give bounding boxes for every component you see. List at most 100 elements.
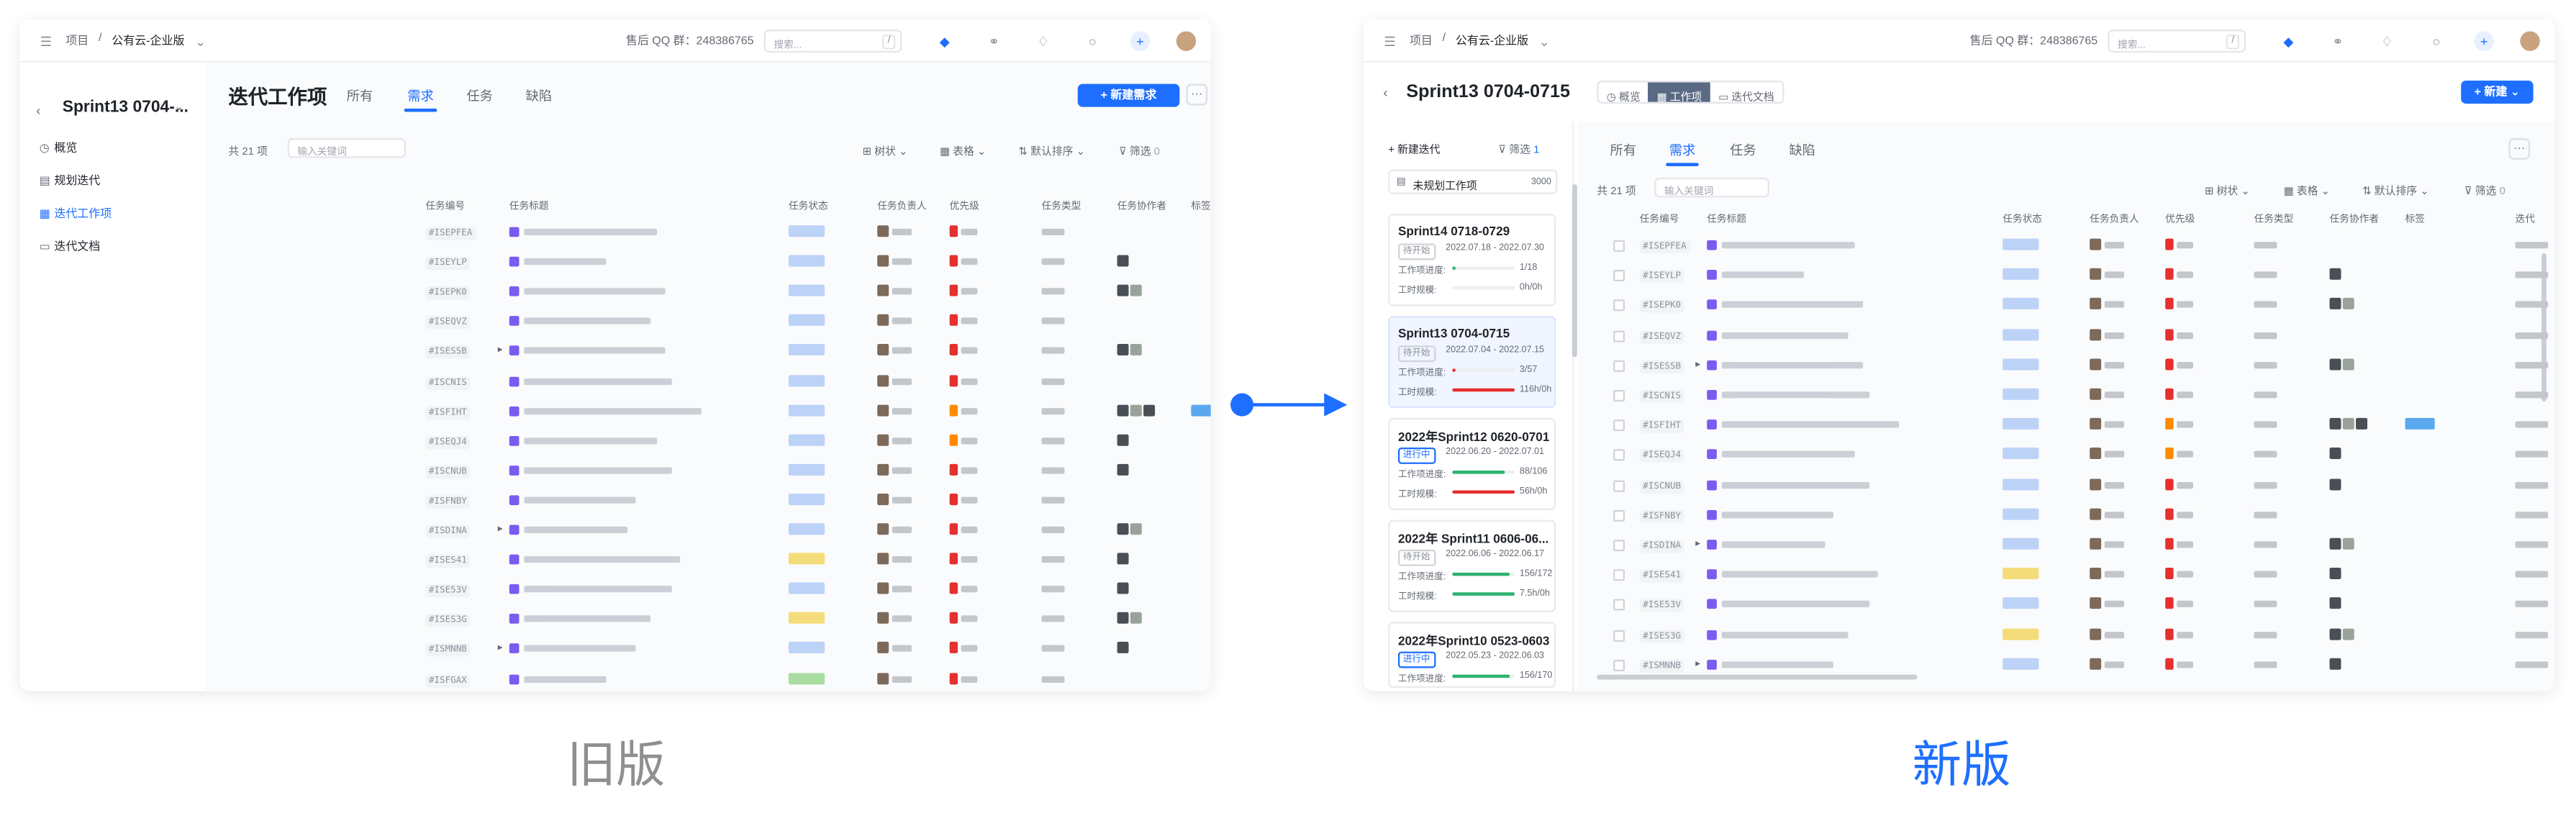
priority-icon[interactable]: [949, 434, 958, 446]
priority-icon[interactable]: [2165, 418, 2174, 430]
priority-icon[interactable]: [2165, 478, 2174, 490]
priority-icon[interactable]: [949, 582, 958, 594]
sprint-card[interactable]: 2022年Sprint10 0523-0603 进行中 2022.05.23 - 2…: [1388, 622, 1556, 688]
row-checkbox[interactable]: [1613, 569, 1625, 581]
collaborator-avatar[interactable]: [2329, 268, 2341, 281]
row-checkbox[interactable]: [1613, 659, 1625, 671]
collaborator-avatar[interactable]: [1117, 344, 1129, 356]
row-checkbox[interactable]: [1613, 330, 1625, 342]
view-tab-overview[interactable]: ◷ 概览: [1599, 82, 1649, 102]
status-badge[interactable]: [2003, 508, 2039, 520]
bulb-icon[interactable]: ○: [2426, 31, 2446, 50]
table-view-toggle[interactable]: ▦ 表格 ⌄: [940, 142, 986, 158]
status-badge[interactable]: [2003, 358, 2039, 371]
tab-all[interactable]: 所有: [347, 87, 373, 105]
assignee-avatar[interactable]: [877, 285, 889, 297]
status-badge[interactable]: [788, 493, 825, 505]
status-badge[interactable]: [788, 672, 825, 684]
task-id[interactable]: #ISFIHT: [1639, 419, 1684, 433]
priority-icon[interactable]: [2165, 568, 2174, 580]
task-id[interactable]: #ISCNIS: [1639, 389, 1684, 404]
tab-defects[interactable]: 缺陷: [526, 87, 553, 105]
status-badge[interactable]: [2003, 268, 2039, 281]
bell-icon[interactable]: ♢: [1033, 31, 1053, 50]
row-checkbox[interactable]: [1613, 389, 1625, 401]
tag-badge[interactable]: [2405, 418, 2435, 430]
assignee-avatar[interactable]: [2090, 598, 2102, 610]
task-id[interactable]: #ISEQVZ: [425, 316, 471, 330]
plus-icon[interactable]: +: [2474, 31, 2494, 51]
menu-icon[interactable]: ☰: [36, 31, 55, 50]
task-title[interactable]: [524, 526, 628, 533]
search-input[interactable]: 搜索... /: [2108, 30, 2246, 53]
task-title[interactable]: [524, 318, 650, 325]
collaborator-avatar[interactable]: [1117, 523, 1129, 535]
panel-filter-button[interactable]: ⊽ 筛选 1: [1498, 140, 1539, 156]
priority-icon[interactable]: [2165, 358, 2174, 371]
filter-button[interactable]: ⊽ 筛选 0: [2464, 181, 2505, 197]
collaborator-avatar[interactable]: [2356, 418, 2368, 430]
priority-icon[interactable]: [949, 344, 958, 356]
task-id[interactable]: #ISE53V: [1639, 599, 1684, 613]
task-id[interactable]: #ISCNUB: [1639, 479, 1684, 494]
priority-icon[interactable]: [2165, 508, 2174, 520]
status-badge[interactable]: [788, 314, 825, 327]
tab-tasks[interactable]: 任务: [1730, 142, 1756, 160]
collaborator-avatar[interactable]: [1117, 612, 1129, 625]
filter-button[interactable]: ⊽ 筛选 0: [1119, 142, 1160, 158]
assignee-avatar[interactable]: [2090, 358, 2102, 371]
task-id[interactable]: #ISEPK0: [425, 286, 471, 300]
bulb-icon[interactable]: ○: [1083, 31, 1102, 50]
priority-icon[interactable]: [2165, 268, 2174, 281]
back-icon[interactable]: ‹: [36, 104, 40, 119]
task-id[interactable]: #ISFGAX: [425, 673, 471, 687]
assignee-avatar[interactable]: [877, 493, 889, 505]
collaborator-avatar[interactable]: [1117, 404, 1129, 416]
priority-icon[interactable]: [2165, 537, 2174, 550]
collaborator-avatar[interactable]: [2329, 358, 2341, 371]
priority-icon[interactable]: [949, 285, 958, 297]
status-badge[interactable]: [788, 404, 825, 416]
assignee-avatar[interactable]: [2090, 478, 2102, 490]
task-id[interactable]: #ISDINA: [425, 525, 471, 538]
keyword-input[interactable]: 输入关键词: [287, 138, 406, 158]
priority-icon[interactable]: [949, 672, 958, 684]
priority-icon[interactable]: [949, 225, 958, 237]
task-title[interactable]: [1721, 511, 1833, 518]
status-badge[interactable]: [2003, 388, 2039, 400]
link-icon[interactable]: ⚭: [984, 31, 1004, 50]
task-id[interactable]: #ISCNUB: [425, 465, 471, 479]
row-checkbox[interactable]: [1613, 629, 1625, 641]
row-checkbox[interactable]: [1613, 360, 1625, 372]
expand-icon[interactable]: ▸: [498, 345, 503, 356]
task-title[interactable]: [1721, 481, 1870, 489]
priority-icon[interactable]: [2165, 658, 2174, 670]
status-badge[interactable]: [2003, 568, 2039, 580]
table-view-toggle[interactable]: ▦ 表格 ⌄: [2284, 181, 2330, 197]
tab-all[interactable]: 所有: [1610, 142, 1636, 160]
priority-icon[interactable]: [949, 612, 958, 625]
task-title[interactable]: [1721, 601, 1870, 608]
new-requirement-button[interactable]: + 新建需求: [1077, 83, 1180, 107]
nav-sprint-docs[interactable]: ▭ 迭代文档: [40, 239, 100, 255]
task-title[interactable]: [524, 228, 658, 236]
priority-icon[interactable]: [949, 255, 958, 267]
status-badge[interactable]: [2003, 598, 2039, 610]
task-title[interactable]: [1721, 242, 1855, 249]
collaborator-avatar[interactable]: [2342, 358, 2354, 371]
assignee-avatar[interactable]: [877, 314, 889, 327]
status-badge[interactable]: [2003, 658, 2039, 670]
tree-view-toggle[interactable]: ⊞ 树状 ⌄: [2205, 181, 2250, 197]
collaborator-avatar[interactable]: [1117, 255, 1129, 267]
task-title[interactable]: [524, 288, 665, 295]
tag-badge[interactable]: [1191, 404, 1211, 416]
status-badge[interactable]: [788, 434, 825, 446]
nav-sprint-workitems[interactable]: ▦ 迭代工作项: [40, 206, 112, 222]
task-title[interactable]: [1721, 332, 1848, 339]
row-checkbox[interactable]: [1613, 509, 1625, 522]
priority-icon[interactable]: [2165, 328, 2174, 340]
task-title[interactable]: [1721, 391, 1870, 399]
status-badge[interactable]: [2003, 448, 2039, 460]
tab-requirements[interactable]: 需求: [404, 87, 437, 112]
priority-icon[interactable]: [949, 314, 958, 327]
